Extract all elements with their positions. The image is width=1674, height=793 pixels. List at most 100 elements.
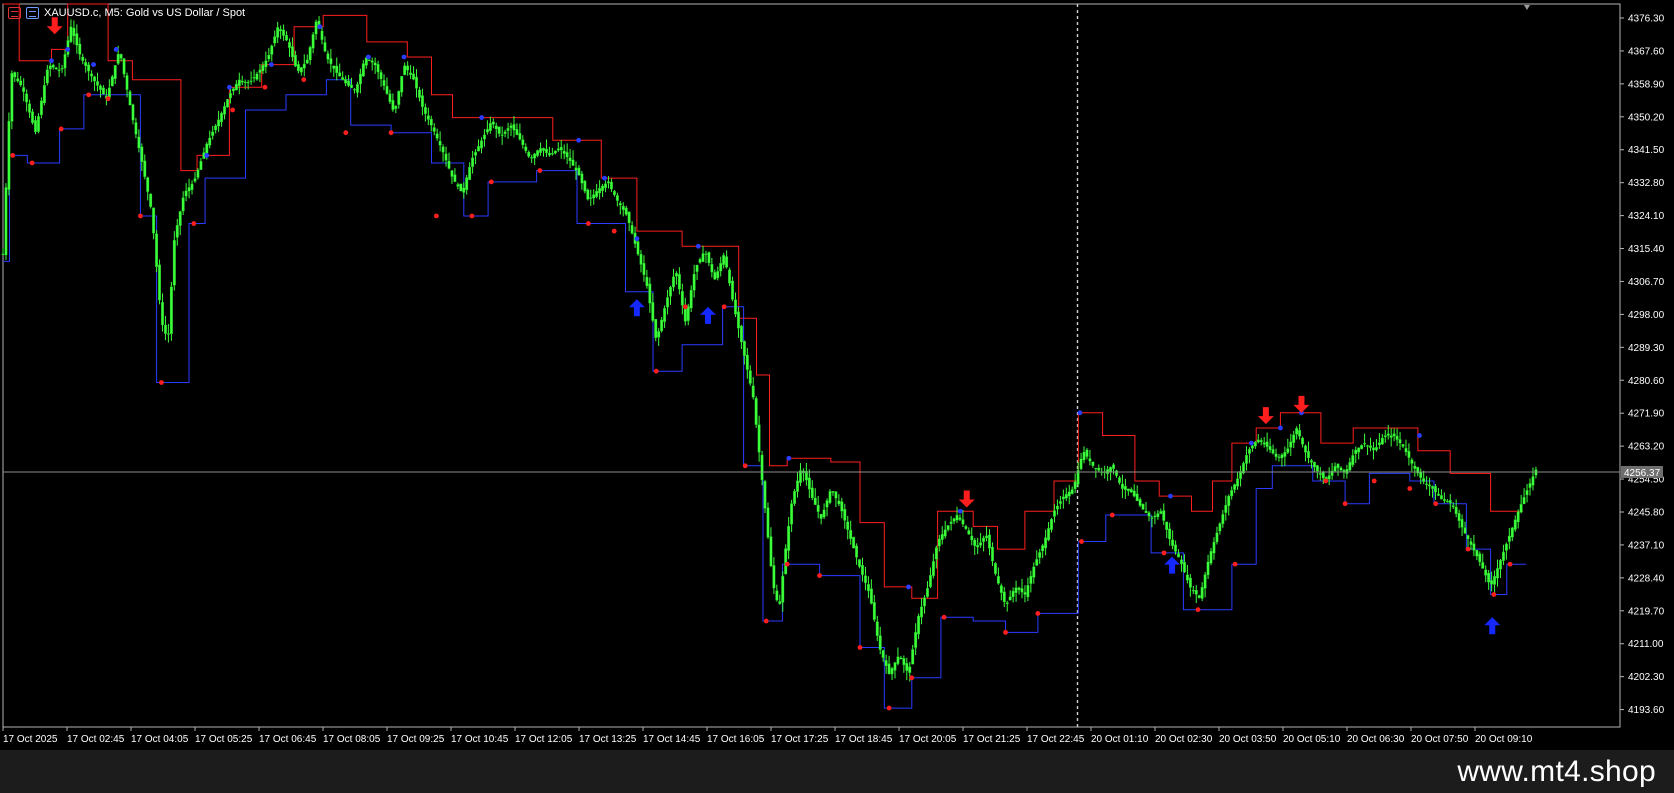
candle-body — [914, 632, 918, 648]
candle-body — [1478, 553, 1482, 563]
candle-body — [373, 62, 377, 66]
candle-body — [663, 308, 667, 322]
candle-body — [849, 529, 853, 540]
candle-body — [302, 63, 306, 69]
candle-body — [754, 397, 758, 425]
candle-body — [137, 136, 141, 149]
candle-body — [928, 575, 932, 588]
candle-body — [766, 507, 770, 538]
candle-body — [1510, 527, 1514, 538]
candle-body — [562, 150, 566, 154]
candle-body — [119, 53, 123, 59]
candle-body — [1265, 441, 1269, 447]
swing-low-dot — [653, 368, 659, 374]
candle-body — [846, 521, 850, 530]
candle-body — [400, 75, 404, 93]
swing-high-dot — [1278, 425, 1283, 431]
candle-body — [949, 521, 953, 524]
candle-body — [308, 46, 312, 61]
chart-area[interactable]: 4376.30 4367.60 4358.90 4350.20 4341.50 4332.… — [0, 0, 1674, 750]
candle-body — [1135, 493, 1139, 502]
candle-body — [190, 183, 194, 190]
candle-body — [982, 537, 986, 542]
candle-body — [468, 166, 472, 180]
candle-body — [1180, 559, 1183, 565]
swing-high-dot — [906, 584, 911, 590]
candle-body — [518, 133, 522, 140]
candle-body — [1327, 475, 1331, 480]
candle-body — [855, 545, 859, 558]
candle-body — [459, 183, 463, 192]
candle-body — [1401, 444, 1405, 447]
candle-body — [884, 660, 888, 666]
x-tick-label: 17 Oct 09:25 — [387, 734, 445, 745]
candle-body — [293, 54, 297, 67]
candle-body — [187, 187, 191, 192]
sell-arrow-icon — [1257, 407, 1274, 425]
candle-body — [477, 146, 480, 152]
candle-body — [231, 88, 235, 92]
candle-body — [75, 33, 79, 46]
x-tick-label: 17 Oct 17:25 — [771, 734, 829, 745]
candle-body — [598, 188, 602, 194]
candle-body — [63, 54, 67, 69]
candle-body — [305, 59, 309, 64]
candle-body — [1268, 445, 1272, 451]
candle-body — [822, 509, 826, 518]
candle-body — [979, 542, 983, 546]
x-tick-label: 20 Oct 09:10 — [1475, 734, 1533, 745]
candle-body — [78, 43, 82, 55]
candle-body — [719, 263, 723, 272]
candle-body — [34, 120, 37, 133]
candle-body — [763, 481, 767, 509]
chart-window-icon[interactable] — [8, 7, 21, 19]
swing-high-dot — [1417, 433, 1422, 438]
y-tick-label: 4271.90 — [1628, 409, 1665, 420]
candle-body — [128, 91, 132, 106]
candle-body — [1280, 454, 1284, 459]
swing-low-dot — [105, 96, 111, 102]
candle-body — [1472, 543, 1476, 551]
swing-low-dot — [488, 179, 494, 185]
candle-body — [1519, 504, 1523, 513]
candle-body — [1088, 458, 1092, 462]
candle-body — [311, 34, 315, 49]
candle-body — [1522, 497, 1526, 505]
candle-body — [42, 85, 46, 104]
candle-body — [1029, 575, 1033, 584]
candle-body — [509, 125, 513, 129]
candle-body — [695, 264, 699, 272]
candle-body — [825, 500, 829, 508]
candle-body — [1230, 490, 1234, 497]
candle-body — [999, 585, 1003, 593]
price-chart[interactable]: 4376.30 4367.60 4358.90 4350.20 4341.50 4332.… — [0, 0, 1674, 750]
candle-body — [1047, 528, 1051, 541]
watermark: www.mt4.shop — [1457, 755, 1656, 788]
swing-low-dot — [1003, 629, 1008, 635]
candle-body — [36, 116, 40, 132]
candle-body — [866, 584, 870, 592]
x-tick-label: 17 Oct 12:05 — [515, 734, 573, 745]
candle-body — [639, 253, 643, 265]
candle-body — [840, 501, 844, 512]
candle-body — [553, 150, 557, 154]
candle-body — [1374, 447, 1378, 451]
candle-body — [1212, 541, 1216, 554]
candle-body — [893, 662, 897, 671]
candle-body — [630, 225, 634, 234]
swing-low-dot — [857, 645, 863, 650]
candle-body — [601, 185, 605, 192]
candle-body — [84, 62, 88, 67]
candle-body — [1120, 483, 1124, 489]
candle-body — [1392, 433, 1396, 437]
swing-high-dot — [1248, 440, 1254, 446]
candle-body — [550, 152, 554, 155]
candle-body — [184, 190, 188, 197]
candle-body — [314, 21, 318, 35]
chart-properties-icon[interactable] — [26, 7, 39, 19]
candle-body — [110, 76, 114, 87]
y-tick-label: 4324.10 — [1628, 211, 1665, 222]
swing-high-dot — [602, 175, 607, 181]
candle-body — [1256, 439, 1260, 443]
candle-body — [1209, 551, 1213, 564]
